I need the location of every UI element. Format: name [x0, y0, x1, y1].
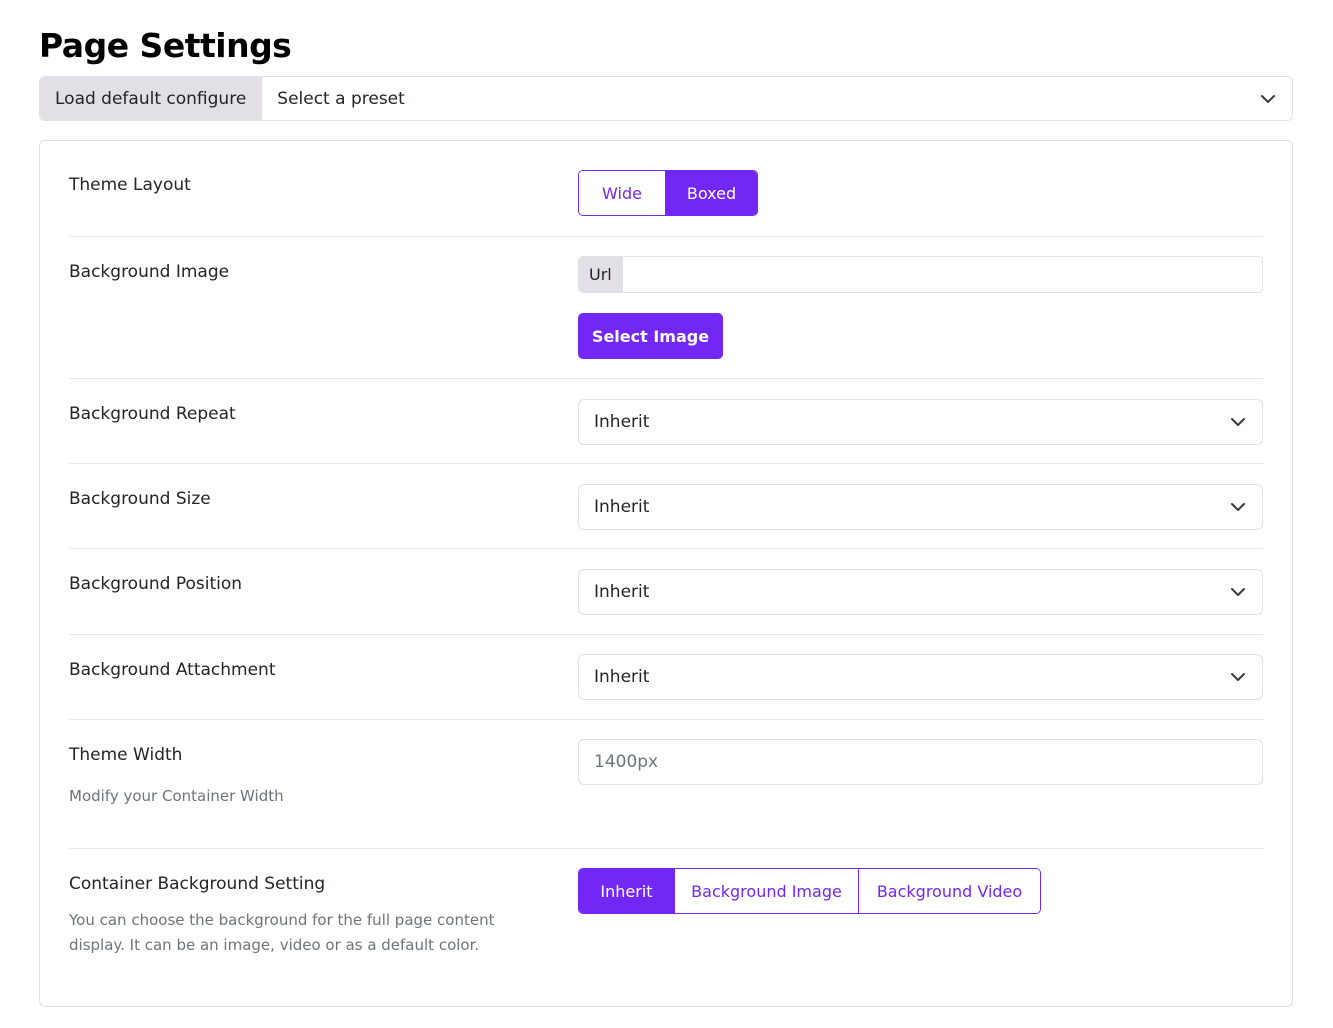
background-position-value: Inherit [594, 582, 650, 602]
background-repeat-label: Background Repeat [69, 404, 236, 424]
background-image-url-input[interactable] [622, 257, 1262, 292]
background-position-label: Background Position [69, 574, 243, 594]
chevron-down-icon [1261, 94, 1275, 103]
preset-select[interactable]: Select a preset [262, 77, 1292, 120]
divider [69, 848, 1263, 849]
preset-select-value: Select a preset [277, 88, 405, 109]
chevron-down-icon [1231, 418, 1245, 426]
url-addon: Url [579, 257, 623, 292]
divider [69, 634, 1263, 635]
background-position-select[interactable]: Inherit [578, 569, 1263, 615]
background-size-select[interactable]: Inherit [578, 484, 1263, 530]
divider [69, 548, 1263, 549]
background-size-label: Background Size [69, 489, 211, 509]
preset-select-group: Load default configure Select a preset [39, 76, 1293, 121]
page-title: Page Settings [39, 26, 292, 65]
theme-layout-toggle: Wide Boxed [578, 170, 758, 216]
background-repeat-select[interactable]: Inherit [578, 399, 1263, 445]
load-default-configure-label: Load default configure [40, 77, 263, 120]
theme-width-help: Modify your Container Width [69, 787, 284, 805]
background-attachment-label: Background Attachment [69, 660, 276, 680]
chevron-down-icon [1231, 588, 1245, 596]
chevron-down-icon [1231, 503, 1245, 511]
container-background-label: Container Background Setting [69, 874, 326, 894]
container-bg-inherit-button[interactable]: Inherit [579, 869, 674, 913]
theme-layout-wide-button[interactable]: Wide [579, 171, 665, 215]
divider [69, 463, 1263, 464]
divider [69, 719, 1263, 720]
container-background-toggle: Inherit Background Image Background Vide… [578, 868, 1041, 914]
theme-layout-boxed-button[interactable]: Boxed [665, 171, 757, 215]
theme-width-label: Theme Width [69, 745, 183, 765]
chevron-down-icon [1231, 673, 1245, 681]
select-image-button[interactable]: Select Image [578, 313, 723, 359]
container-background-help-line1: You can choose the background for the fu… [69, 911, 495, 929]
background-size-value: Inherit [594, 497, 650, 517]
container-background-help-line2: display. It can be an image, video or as… [69, 936, 480, 954]
background-attachment-select[interactable]: Inherit [578, 654, 1263, 700]
container-bg-image-button[interactable]: Background Image [674, 869, 858, 913]
container-bg-video-button[interactable]: Background Video [858, 869, 1040, 913]
background-image-label: Background Image [69, 262, 230, 282]
divider [69, 378, 1263, 379]
theme-layout-label: Theme Layout [69, 175, 191, 195]
background-image-url-group: Url [578, 256, 1263, 293]
background-attachment-value: Inherit [594, 667, 650, 687]
theme-width-input[interactable] [578, 739, 1263, 785]
background-repeat-value: Inherit [594, 412, 650, 432]
divider [69, 236, 1263, 237]
